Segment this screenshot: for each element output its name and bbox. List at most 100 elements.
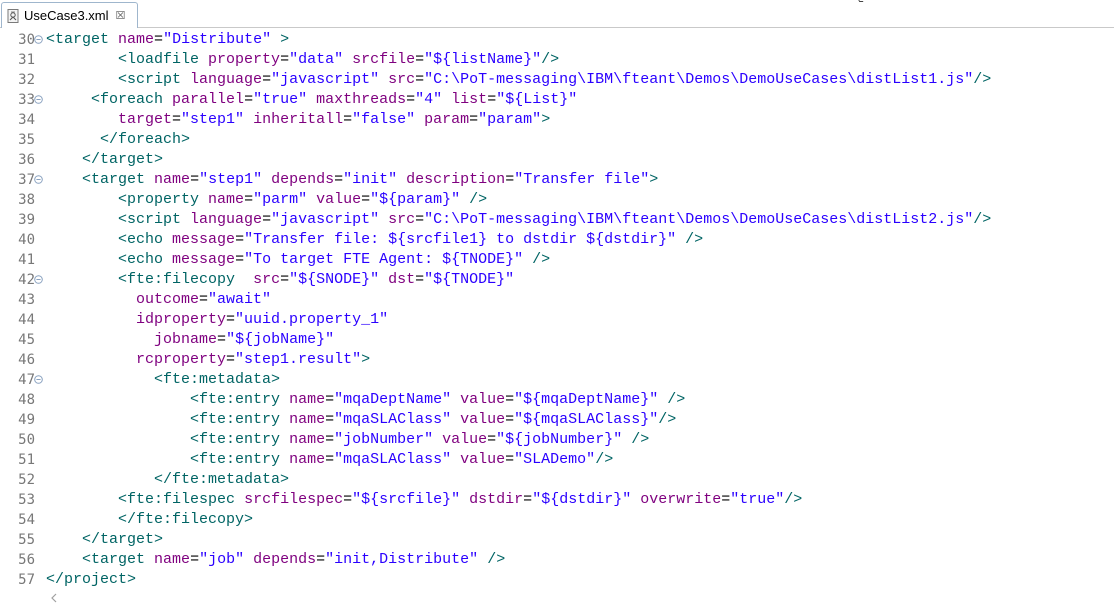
xml-attribute-token: depends	[253, 551, 317, 568]
whitespace-token: =	[244, 191, 254, 208]
code-line[interactable]: 51 <fte:entry name="mqaSLAClass" value="…	[0, 450, 1114, 470]
xml-tag-token: />	[469, 191, 488, 208]
code-line[interactable]: 45 jobname="${jobName}"	[0, 330, 1114, 350]
code-text[interactable]: <fte:entry name="mqaSLAClass" value="SLA…	[46, 450, 613, 470]
code-line[interactable]: 50 <fte:entry name="jobNumber" value="${…	[0, 430, 1114, 450]
code-text[interactable]: <fte:filespec srcfilespec="${srcfile}" d…	[46, 490, 802, 510]
line-number: 54	[18, 512, 35, 528]
code-text[interactable]: <target name="step1" depends="init" desc…	[46, 170, 658, 190]
xml-value-token: "${TNODE}"	[424, 271, 515, 288]
tab-usecase3-xml[interactable]: UseCase3.xml ☒	[1, 2, 138, 28]
whitespace-token: =	[415, 211, 425, 228]
xml-tag-token: <foreach	[91, 91, 164, 108]
code-line[interactable]: 53 <fte:filespec srcfilespec="${srcfile}…	[0, 490, 1114, 510]
code-line[interactable]: 39 <script language="javascript" src="C:…	[0, 210, 1114, 230]
code-line[interactable]: 41 <echo message="To target FTE Agent: $…	[0, 250, 1114, 270]
code-line[interactable]: 31 <loadfile property="data" srcfile="${…	[0, 50, 1114, 70]
xml-attribute-token: overwrite	[640, 491, 722, 508]
code-text[interactable]: <fte:entry name="jobNumber" value="${job…	[46, 430, 649, 450]
code-line[interactable]: 55 </target>	[0, 530, 1114, 550]
code-text[interactable]: <target name="job" depends="init,Distrib…	[46, 550, 505, 570]
code-text[interactable]: <target name="Distribute" >	[46, 30, 289, 50]
code-text[interactable]: <echo message="To target FTE Agent: ${TN…	[46, 250, 550, 270]
xml-attribute-token: name	[154, 551, 191, 568]
code-text[interactable]: target="step1" inheritall="false" param=…	[46, 110, 550, 130]
code-line[interactable]: 42 <fte:filecopy src="${SNODE}" dst="${T…	[0, 270, 1114, 290]
code-line[interactable]: 30 <target name="Distribute" >	[0, 30, 1114, 50]
xml-tag-token: <fte:filespec	[118, 491, 236, 508]
code-line[interactable]: 34 target="step1" inheritall="false" par…	[0, 110, 1114, 130]
xml-attribute-token: idproperty	[136, 311, 227, 328]
code-line[interactable]: 35 </foreach>	[0, 130, 1114, 150]
code-line[interactable]: 40 <echo message="Transfer file: ${srcfi…	[0, 230, 1114, 250]
line-number: 50	[18, 432, 35, 448]
code-line[interactable]: 32 <script language="javascript" src="C:…	[0, 70, 1114, 90]
fold-collapse-icon[interactable]	[34, 175, 43, 184]
code-line[interactable]: 54 </fte:filecopy>	[0, 510, 1114, 530]
code-text[interactable]: rcproperty="step1.result">	[46, 350, 370, 370]
whitespace-token: =	[505, 411, 515, 428]
xml-tag-token: <loadfile	[118, 51, 200, 68]
code-line[interactable]: 56 <target name="job" depends="init,Dist…	[0, 550, 1114, 570]
xml-attribute-token: language	[190, 71, 263, 88]
fold-collapse-icon[interactable]	[34, 275, 43, 284]
code-text[interactable]: </fte:metadata>	[46, 470, 289, 490]
code-text[interactable]: <foreach parallel="true" maxthreads="4" …	[46, 90, 577, 110]
xml-source-editor[interactable]: 30 <target name="Distribute" >31 <loadfil…	[0, 30, 1114, 590]
fold-collapse-icon[interactable]	[34, 95, 43, 104]
xml-tag-token: />	[541, 51, 560, 68]
fold-collapse-icon[interactable]	[34, 375, 43, 384]
code-text[interactable]: idproperty="uuid.property_1"	[46, 310, 388, 330]
code-line[interactable]: 33 <foreach parallel="true" maxthreads="…	[0, 90, 1114, 110]
code-line[interactable]: 49 <fte:entry name="mqaSLAClass" value="…	[0, 410, 1114, 430]
code-text[interactable]: <loadfile property="data" srcfile="${lis…	[46, 50, 559, 70]
scroll-left-icon[interactable]	[48, 592, 60, 604]
code-line[interactable]: 36 </target>	[0, 150, 1114, 170]
xml-tag-token: <property	[118, 191, 200, 208]
xml-tag-token: />	[667, 391, 686, 408]
line-number: 34	[18, 112, 35, 128]
code-text[interactable]: jobname="${jobName}"	[46, 330, 334, 350]
code-text[interactable]: <echo message="Transfer file: ${srcfile1…	[46, 230, 703, 250]
code-text[interactable]: </target>	[46, 150, 163, 170]
whitespace-token: =	[217, 331, 227, 348]
code-text[interactable]: <fte:entry name="mqaSLAClass" value="${m…	[46, 410, 676, 430]
code-line[interactable]: 47 <fte:metadata>	[0, 370, 1114, 390]
code-line[interactable]: 57 </project>	[0, 570, 1114, 590]
xml-value-token: "${mqaDeptName}"	[514, 391, 659, 408]
code-text[interactable]: </foreach>	[46, 130, 190, 150]
code-text[interactable]: </project>	[46, 570, 136, 590]
xml-tag-token: <fte:entry	[190, 411, 281, 428]
code-line[interactable]: 44 idproperty="uuid.property_1"	[0, 310, 1114, 330]
code-text[interactable]: </fte:filecopy>	[46, 510, 253, 530]
xml-value-token: "To target FTE Agent: ${TNODE}"	[244, 251, 524, 268]
code-text[interactable]: </target>	[46, 530, 163, 550]
code-text[interactable]: <fte:filecopy src="${SNODE}" dst="${TNOD…	[46, 270, 514, 290]
fold-collapse-icon[interactable]	[34, 35, 43, 44]
code-line[interactable]: 48 <fte:entry name="mqaDeptName" value="…	[0, 390, 1114, 410]
code-text[interactable]: <script language="javascript" src="C:\Po…	[46, 210, 991, 230]
code-line[interactable]: 43 outcome="await"	[0, 290, 1114, 310]
code-line[interactable]: 38 <property name="parm" value="${param}…	[0, 190, 1114, 210]
code-text[interactable]: <property name="parm" value="${param}" /…	[46, 190, 487, 210]
code-text[interactable]: <script language="javascript" src="C:\Po…	[46, 70, 991, 90]
code-line[interactable]: 46 rcproperty="step1.result">	[0, 350, 1114, 370]
horizontal-scrollbar[interactable]	[0, 590, 1114, 605]
xml-value-token: "step1"	[181, 111, 245, 128]
code-text[interactable]: <fte:entry name="mqaDeptName" value="${m…	[46, 390, 685, 410]
whitespace-token: =	[190, 171, 200, 188]
code-line[interactable]: 52 </fte:metadata>	[0, 470, 1114, 490]
code-line[interactable]: 37 <target name="step1" depends="init" d…	[0, 170, 1114, 190]
xml-attribute-token: value	[460, 451, 506, 468]
code-text[interactable]: <fte:metadata>	[46, 370, 280, 390]
close-icon[interactable]: ☒	[116, 10, 126, 21]
code-text[interactable]: outcome="await"	[46, 290, 271, 310]
whitespace-token: =	[235, 231, 245, 248]
